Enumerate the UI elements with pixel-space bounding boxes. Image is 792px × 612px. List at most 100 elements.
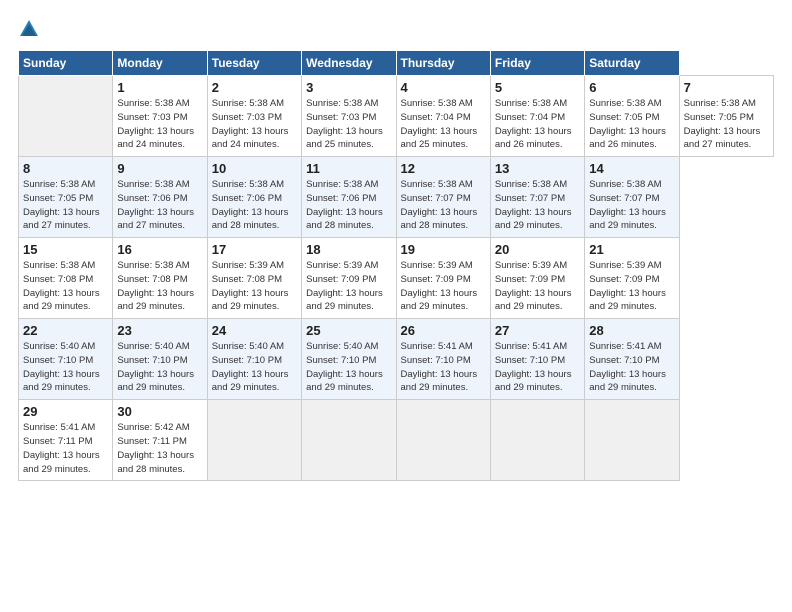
day-number: 8: [23, 161, 108, 176]
day-cell: 30 Sunrise: 5:42 AMSunset: 7:11 PMDaylig…: [113, 400, 207, 481]
day-cell: 4 Sunrise: 5:38 AMSunset: 7:04 PMDayligh…: [396, 76, 490, 157]
day-detail: Sunrise: 5:38 AMSunset: 7:04 PMDaylight:…: [401, 98, 478, 150]
day-cell: 18 Sunrise: 5:39 AMSunset: 7:09 PMDaylig…: [302, 238, 396, 319]
week-row-4: 22 Sunrise: 5:40 AMSunset: 7:10 PMDaylig…: [19, 319, 774, 400]
day-cell: 13 Sunrise: 5:38 AMSunset: 7:07 PMDaylig…: [490, 157, 584, 238]
day-detail: Sunrise: 5:41 AMSunset: 7:10 PMDaylight:…: [401, 341, 478, 393]
day-detail: Sunrise: 5:38 AMSunset: 7:05 PMDaylight:…: [589, 98, 666, 150]
week-row-3: 15 Sunrise: 5:38 AMSunset: 7:08 PMDaylig…: [19, 238, 774, 319]
logo-icon: [18, 18, 40, 40]
page: SundayMondayTuesdayWednesdayThursdayFrid…: [0, 0, 792, 612]
day-cell: 19 Sunrise: 5:39 AMSunset: 7:09 PMDaylig…: [396, 238, 490, 319]
day-number: 1: [117, 80, 202, 95]
day-detail: Sunrise: 5:39 AMSunset: 7:09 PMDaylight:…: [589, 260, 666, 312]
week-row-1: 1 Sunrise: 5:38 AMSunset: 7:03 PMDayligh…: [19, 76, 774, 157]
day-cell: 14 Sunrise: 5:38 AMSunset: 7:07 PMDaylig…: [585, 157, 679, 238]
day-number: 5: [495, 80, 580, 95]
day-cell: 1 Sunrise: 5:38 AMSunset: 7:03 PMDayligh…: [113, 76, 207, 157]
weekday-header-friday: Friday: [490, 51, 584, 76]
day-cell: 17 Sunrise: 5:39 AMSunset: 7:08 PMDaylig…: [207, 238, 301, 319]
day-cell: 8 Sunrise: 5:38 AMSunset: 7:05 PMDayligh…: [19, 157, 113, 238]
logo: [18, 18, 41, 40]
day-detail: Sunrise: 5:38 AMSunset: 7:05 PMDaylight:…: [684, 98, 761, 150]
day-detail: Sunrise: 5:38 AMSunset: 7:08 PMDaylight:…: [23, 260, 100, 312]
day-number: 28: [589, 323, 674, 338]
day-number: 11: [306, 161, 391, 176]
day-number: 18: [306, 242, 391, 257]
day-detail: Sunrise: 5:39 AMSunset: 7:09 PMDaylight:…: [495, 260, 572, 312]
day-cell: 6 Sunrise: 5:38 AMSunset: 7:05 PMDayligh…: [585, 76, 679, 157]
day-number: 4: [401, 80, 486, 95]
week-row-2: 8 Sunrise: 5:38 AMSunset: 7:05 PMDayligh…: [19, 157, 774, 238]
day-number: 13: [495, 161, 580, 176]
day-cell: 23 Sunrise: 5:40 AMSunset: 7:10 PMDaylig…: [113, 319, 207, 400]
day-detail: Sunrise: 5:39 AMSunset: 7:09 PMDaylight:…: [401, 260, 478, 312]
day-number: 27: [495, 323, 580, 338]
day-number: 20: [495, 242, 580, 257]
day-detail: Sunrise: 5:40 AMSunset: 7:10 PMDaylight:…: [23, 341, 100, 393]
day-cell: 2 Sunrise: 5:38 AMSunset: 7:03 PMDayligh…: [207, 76, 301, 157]
day-cell: 26 Sunrise: 5:41 AMSunset: 7:10 PMDaylig…: [396, 319, 490, 400]
day-detail: Sunrise: 5:41 AMSunset: 7:11 PMDaylight:…: [23, 422, 100, 474]
day-cell: [585, 400, 679, 481]
weekday-header-sunday: Sunday: [19, 51, 113, 76]
day-number: 25: [306, 323, 391, 338]
day-number: 19: [401, 242, 486, 257]
day-cell: 5 Sunrise: 5:38 AMSunset: 7:04 PMDayligh…: [490, 76, 584, 157]
week-row-5: 29 Sunrise: 5:41 AMSunset: 7:11 PMDaylig…: [19, 400, 774, 481]
weekday-header-monday: Monday: [113, 51, 207, 76]
day-detail: Sunrise: 5:38 AMSunset: 7:03 PMDaylight:…: [212, 98, 289, 150]
day-number: 10: [212, 161, 297, 176]
day-cell: 28 Sunrise: 5:41 AMSunset: 7:10 PMDaylig…: [585, 319, 679, 400]
day-number: 15: [23, 242, 108, 257]
day-cell: 15 Sunrise: 5:38 AMSunset: 7:08 PMDaylig…: [19, 238, 113, 319]
day-number: 22: [23, 323, 108, 338]
day-number: 29: [23, 404, 108, 419]
day-cell: [490, 400, 584, 481]
day-cell: 27 Sunrise: 5:41 AMSunset: 7:10 PMDaylig…: [490, 319, 584, 400]
day-number: 24: [212, 323, 297, 338]
day-number: 2: [212, 80, 297, 95]
day-number: 7: [684, 80, 769, 95]
day-detail: Sunrise: 5:38 AMSunset: 7:06 PMDaylight:…: [306, 179, 383, 231]
day-detail: Sunrise: 5:42 AMSunset: 7:11 PMDaylight:…: [117, 422, 194, 474]
day-detail: Sunrise: 5:39 AMSunset: 7:08 PMDaylight:…: [212, 260, 289, 312]
day-detail: Sunrise: 5:38 AMSunset: 7:03 PMDaylight:…: [306, 98, 383, 150]
header: [18, 18, 774, 40]
day-cell: [396, 400, 490, 481]
day-detail: Sunrise: 5:38 AMSunset: 7:07 PMDaylight:…: [401, 179, 478, 231]
day-cell: 25 Sunrise: 5:40 AMSunset: 7:10 PMDaylig…: [302, 319, 396, 400]
day-detail: Sunrise: 5:38 AMSunset: 7:08 PMDaylight:…: [117, 260, 194, 312]
day-detail: Sunrise: 5:38 AMSunset: 7:05 PMDaylight:…: [23, 179, 100, 231]
day-number: 23: [117, 323, 202, 338]
weekday-header-wednesday: Wednesday: [302, 51, 396, 76]
day-detail: Sunrise: 5:38 AMSunset: 7:03 PMDaylight:…: [117, 98, 194, 150]
day-number: 17: [212, 242, 297, 257]
day-detail: Sunrise: 5:40 AMSunset: 7:10 PMDaylight:…: [212, 341, 289, 393]
weekday-header-saturday: Saturday: [585, 51, 679, 76]
day-cell: [302, 400, 396, 481]
day-detail: Sunrise: 5:41 AMSunset: 7:10 PMDaylight:…: [589, 341, 666, 393]
day-detail: Sunrise: 5:40 AMSunset: 7:10 PMDaylight:…: [117, 341, 194, 393]
day-detail: Sunrise: 5:41 AMSunset: 7:10 PMDaylight:…: [495, 341, 572, 393]
day-cell: 21 Sunrise: 5:39 AMSunset: 7:09 PMDaylig…: [585, 238, 679, 319]
day-number: 12: [401, 161, 486, 176]
day-cell: 11 Sunrise: 5:38 AMSunset: 7:06 PMDaylig…: [302, 157, 396, 238]
day-cell: 29 Sunrise: 5:41 AMSunset: 7:11 PMDaylig…: [19, 400, 113, 481]
day-number: 9: [117, 161, 202, 176]
day-number: 30: [117, 404, 202, 419]
day-detail: Sunrise: 5:38 AMSunset: 7:04 PMDaylight:…: [495, 98, 572, 150]
weekday-header-thursday: Thursday: [396, 51, 490, 76]
day-cell: [207, 400, 301, 481]
day-number: 14: [589, 161, 674, 176]
day-cell: 10 Sunrise: 5:38 AMSunset: 7:06 PMDaylig…: [207, 157, 301, 238]
day-number: 21: [589, 242, 674, 257]
weekday-header-tuesday: Tuesday: [207, 51, 301, 76]
day-number: 6: [589, 80, 674, 95]
day-detail: Sunrise: 5:39 AMSunset: 7:09 PMDaylight:…: [306, 260, 383, 312]
day-cell: [19, 76, 113, 157]
day-detail: Sunrise: 5:38 AMSunset: 7:07 PMDaylight:…: [495, 179, 572, 231]
day-cell: 24 Sunrise: 5:40 AMSunset: 7:10 PMDaylig…: [207, 319, 301, 400]
day-cell: 3 Sunrise: 5:38 AMSunset: 7:03 PMDayligh…: [302, 76, 396, 157]
day-number: 16: [117, 242, 202, 257]
